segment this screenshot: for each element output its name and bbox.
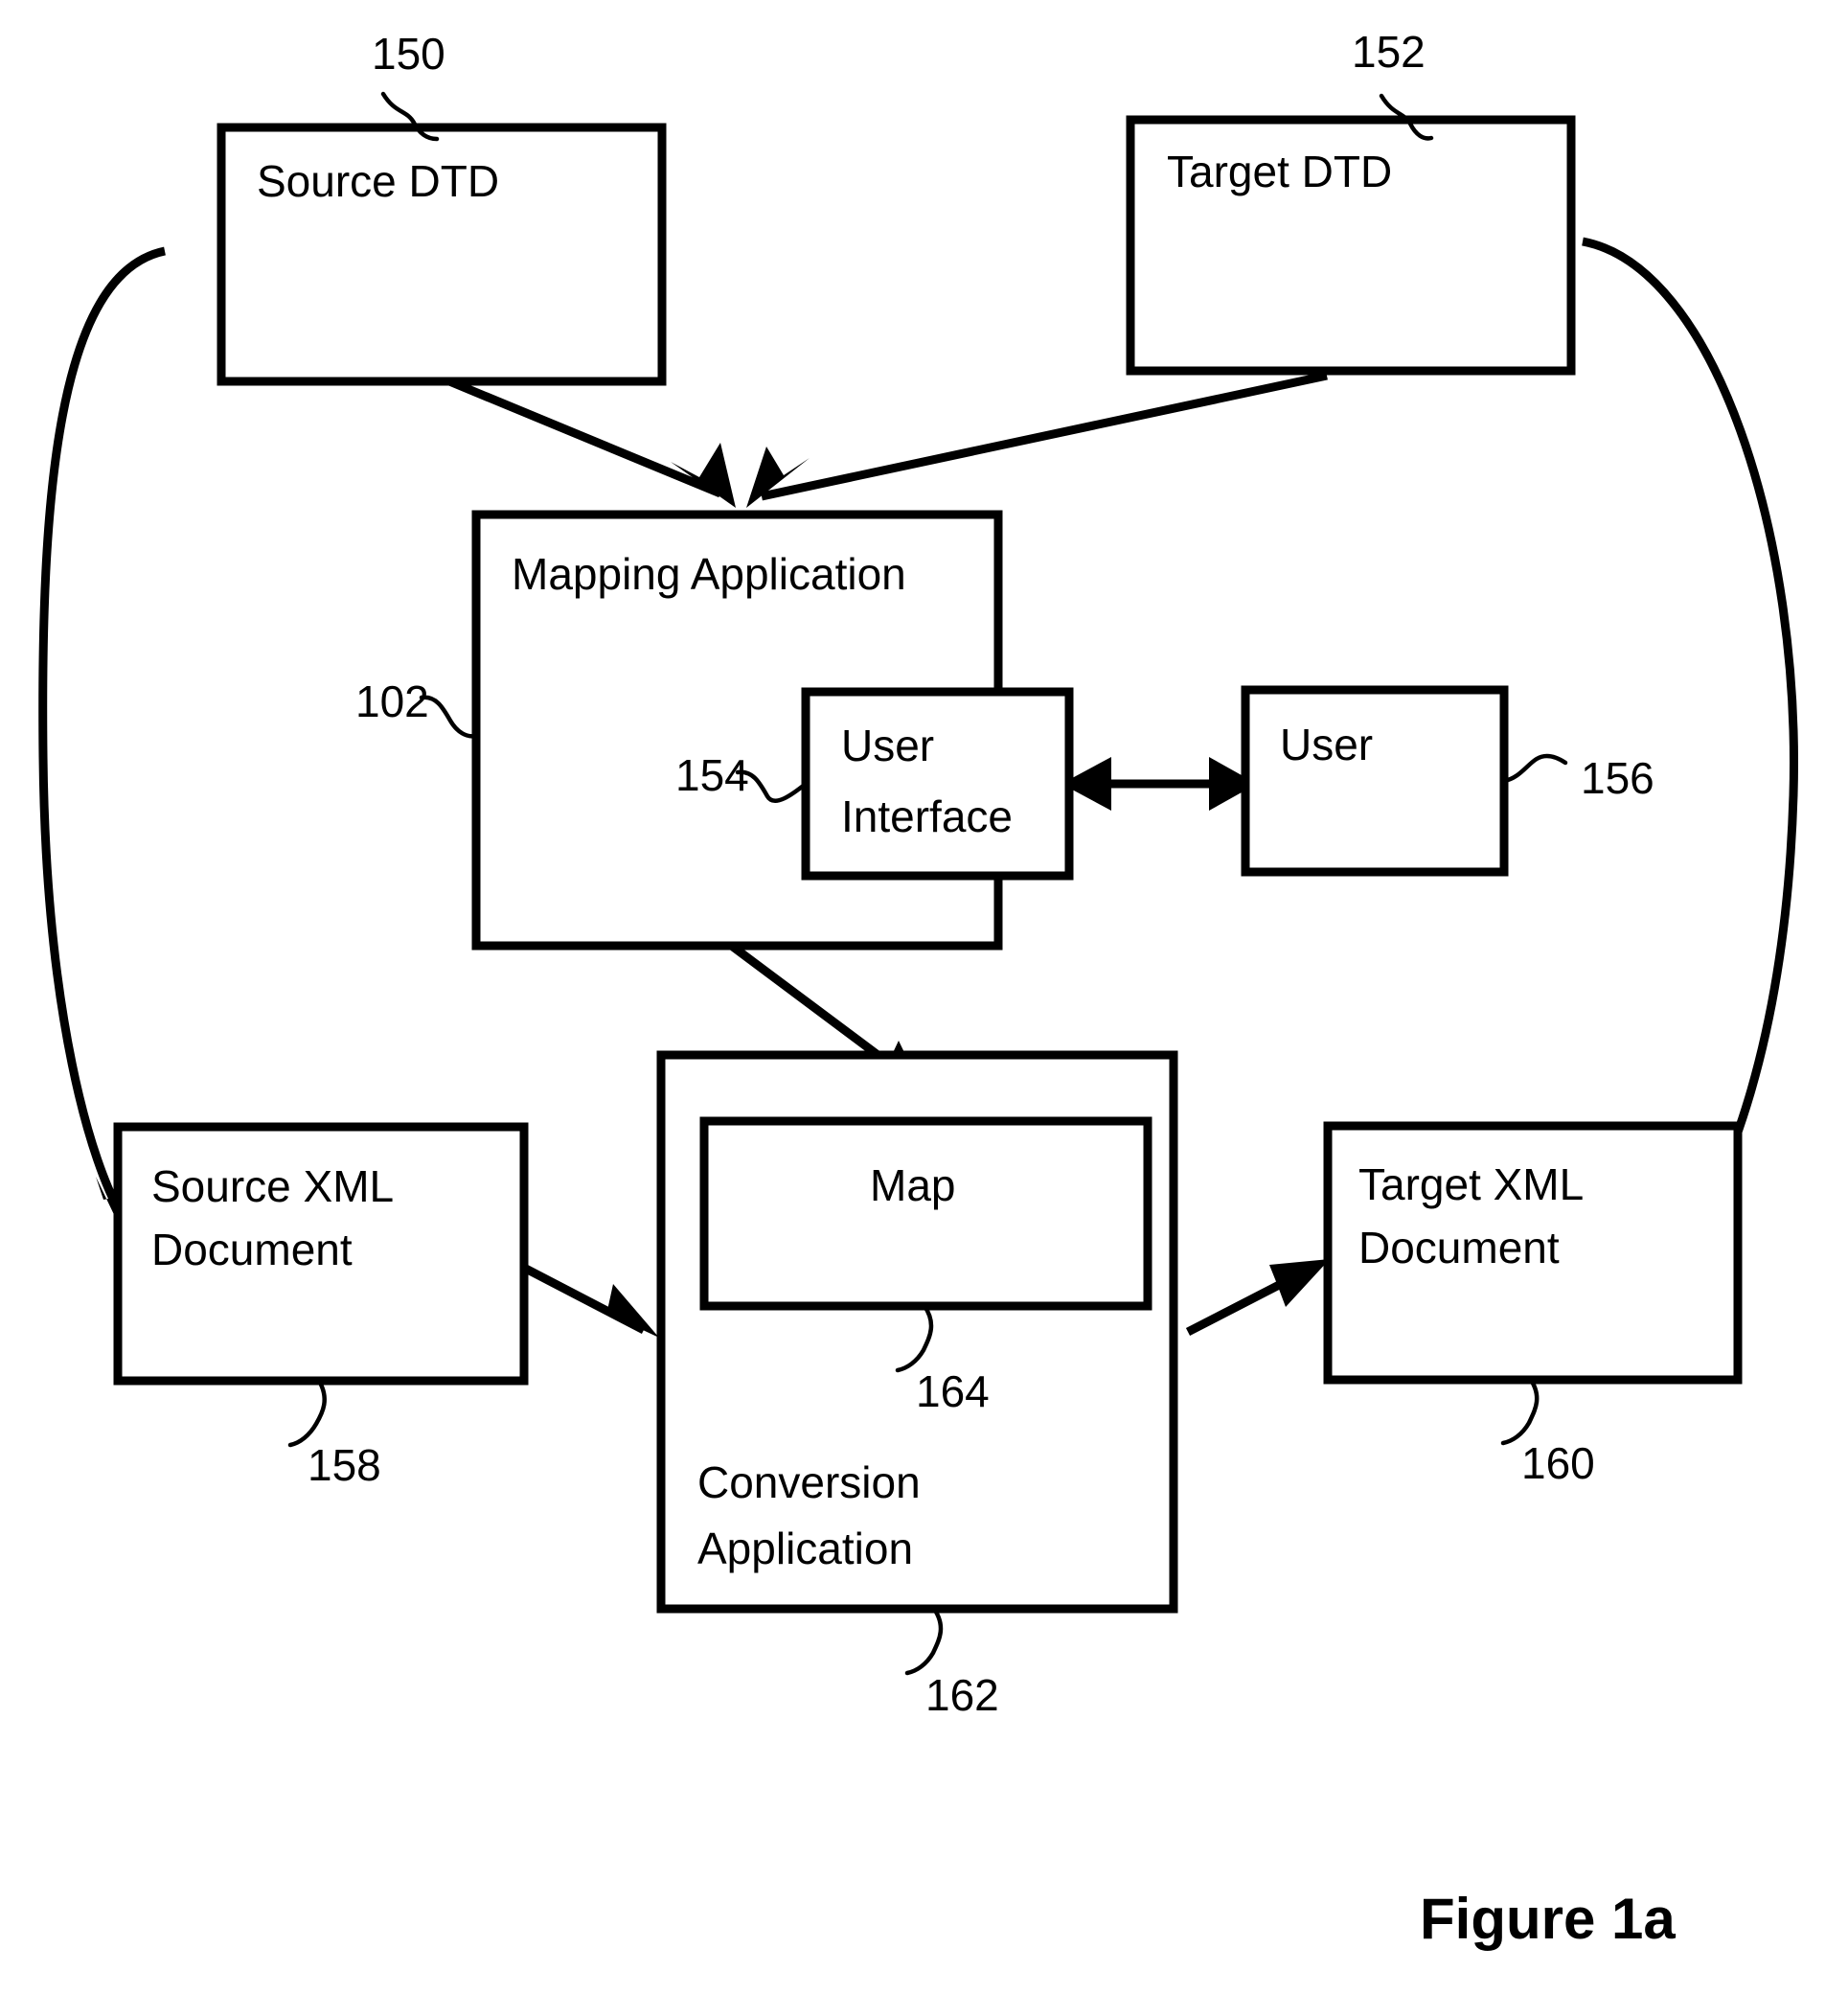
leader-162 — [904, 1606, 944, 1676]
ref-150: 150 — [372, 29, 445, 79]
arrowhead-mapping-right — [746, 447, 810, 508]
label-mapping-application: Mapping Application — [512, 549, 906, 599]
diagram-canvas: Source DTD Target DTD Mapping Applicatio… — [38, 27, 1798, 1951]
leader-156 — [1501, 753, 1568, 784]
ref-156: 156 — [1581, 753, 1654, 803]
ref-164: 164 — [916, 1366, 990, 1416]
box-user[interactable] — [1241, 685, 1509, 877]
ref-158: 158 — [308, 1440, 381, 1490]
arrowhead-target-xml-from-conversion — [1269, 1259, 1330, 1307]
edge-target-dtd-to-mapping — [761, 371, 1328, 501]
edge-source-dtd-to-mapping — [441, 374, 722, 498]
box-map[interactable] — [699, 1116, 1152, 1311]
leader-102 — [419, 695, 479, 739]
edge-source-dtd-to-source-xml — [38, 246, 166, 1220]
label-user: User — [1280, 720, 1373, 769]
edge-target-dtd-to-target-xml — [1582, 237, 1798, 1244]
label-conversion-application-line1: Conversion — [697, 1457, 921, 1507]
label-source-dtd: Source DTD — [257, 156, 499, 206]
label-source-xml-line2: Document — [151, 1225, 353, 1274]
label-conversion-application-line2: Application — [697, 1524, 913, 1573]
figure-caption: Figure 1a — [1420, 1887, 1676, 1951]
ref-162: 162 — [925, 1670, 999, 1720]
leader-160 — [1500, 1377, 1540, 1446]
label-target-xml-line2: Document — [1358, 1223, 1560, 1272]
box-user-interface[interactable] — [801, 687, 1074, 881]
ref-152: 152 — [1352, 27, 1426, 77]
ref-160: 160 — [1521, 1438, 1595, 1488]
label-user-interface-line2: Interface — [841, 791, 1013, 841]
label-map: Map — [870, 1160, 955, 1210]
label-source-xml-line1: Source XML — [151, 1161, 394, 1211]
patent-figure: Source DTD Target DTD Mapping Applicatio… — [0, 0, 1848, 1994]
label-target-xml-line1: Target XML — [1358, 1159, 1584, 1209]
ref-102: 102 — [355, 676, 429, 726]
ref-154: 154 — [675, 750, 749, 800]
leader-158 — [287, 1378, 327, 1448]
label-user-interface-line1: User — [841, 721, 934, 770]
label-target-dtd: Target DTD — [1167, 147, 1392, 196]
